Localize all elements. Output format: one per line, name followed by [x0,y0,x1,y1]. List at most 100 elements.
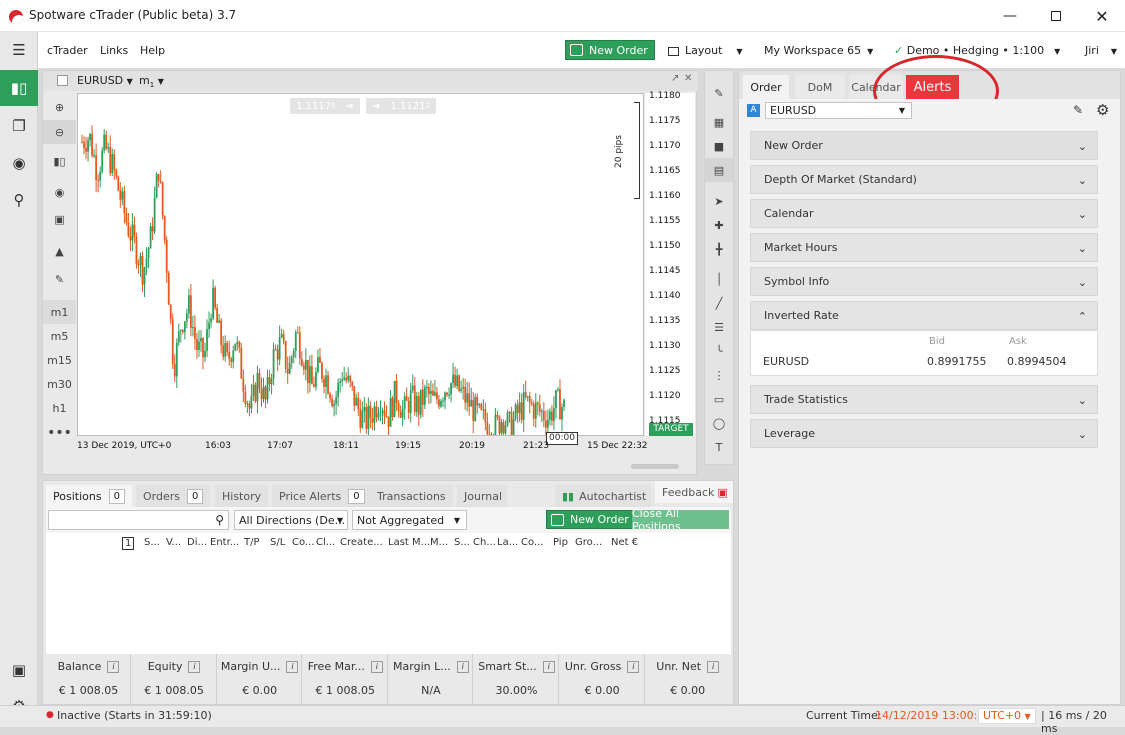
info-icon[interactable]: i [543,661,555,673]
section-symbol-info[interactable]: Symbol Info⌄ [750,267,1098,296]
cursor-icon[interactable]: ➤ [705,189,733,213]
timeframe-m15[interactable]: m15 [43,348,76,372]
automate-bot-icon[interactable]: ◉ [0,145,38,181]
column-header[interactable]: T/P [244,537,260,548]
chart-scrollbar[interactable] [631,464,679,469]
analyze-search-icon[interactable]: ⚲ [0,182,38,218]
workspace-dropdown[interactable]: My Workspace 65▼ [764,44,873,57]
rectangle-icon[interactable]: ▭ [705,387,733,411]
column-header[interactable]: La... [497,537,518,548]
column-header[interactable]: Co... [521,537,543,548]
tab-price-alerts[interactable]: Price Alerts0 [272,485,372,507]
tab-history[interactable]: History [215,485,268,507]
trend-line-icon[interactable]: ╱ [705,291,733,315]
minimize-icon[interactable]: — [987,0,1033,32]
column-header[interactable]: Entr... [210,537,239,548]
text-tool-icon[interactable]: T [705,435,733,459]
trade-chart-icon[interactable]: ▮▯ [0,70,38,106]
maximize-icon[interactable] [1033,0,1079,32]
detach-icon[interactable]: ↗ [671,73,679,84]
zoom-out-icon[interactable]: ⊖ [43,120,76,144]
autochartist-button[interactable]: ▮▮Autochartist [555,485,651,507]
info-icon[interactable]: i [707,661,719,673]
measure-icon[interactable]: ╋ [705,237,733,261]
copy-icon[interactable]: ❐ [0,108,38,144]
close-chart-icon[interactable]: ✕ [684,73,692,84]
bot-icon[interactable]: ▣ [43,207,76,231]
edit-chart-icon[interactable]: ✎ [705,81,733,105]
section-depth-of-market[interactable]: Depth Of Market (Standard)⌄ [750,165,1098,194]
symbol-dropdown[interactable]: EURUSD▼ [765,102,912,119]
buy-button[interactable]: ➜1.11212 [366,98,436,114]
single-layout-icon[interactable]: ■ [705,134,733,158]
user-dropdown[interactable]: Jiri▼ [1085,44,1117,57]
candlestick-icon[interactable]: ▮▯ [43,149,76,173]
toolbar-new-order-button[interactable]: New Order [565,40,655,60]
column-header[interactable]: S... [144,537,160,548]
info-icon[interactable]: i [457,661,469,673]
tab-order[interactable]: Order [743,75,789,99]
close-icon[interactable]: ✕ [1079,0,1125,32]
layout-dropdown[interactable]: Layout▼ [668,44,743,57]
grid-layout-icon[interactable]: ▦ [705,110,733,134]
helmet-icon[interactable]: ▲ [43,239,76,263]
column-header[interactable]: V... [166,537,181,548]
price-axis[interactable]: 1.11801.11751.11701.11651.11601.11551.11… [645,93,695,436]
chart-settings-icon[interactable]: ✎ [43,267,76,291]
vertical-line-icon[interactable]: │ [705,267,733,291]
column-header[interactable]: Di... [187,537,207,548]
sell-button[interactable]: 1.11175➜ [290,98,360,114]
column-header[interactable]: Last M... [388,537,430,548]
hamburger-menu-icon[interactable]: ☰ [0,32,38,68]
ellipse-icon[interactable]: ◯ [705,411,733,435]
column-header[interactable]: Ch... [473,537,496,548]
info-icon[interactable]: i [627,661,639,673]
menu-help[interactable]: Help [140,44,165,57]
account-dropdown[interactable]: ✓ Demo • Hedging • 1:100▼ [894,44,1060,57]
section-leverage[interactable]: Leverage⌄ [750,419,1098,448]
section-calendar[interactable]: Calendar⌄ [750,199,1098,228]
direction-filter[interactable]: All Directions (De...▼ [234,510,348,530]
timezone-dropdown[interactable]: UTC+0 ▼ [978,708,1036,724]
column-header[interactable]: Net € [611,537,638,548]
info-icon[interactable]: i [371,661,383,673]
zoom-in-icon[interactable]: ⊕ [43,95,76,119]
split-layout-icon[interactable]: ▤ [705,158,733,182]
edit-panel-icon[interactable]: ✎ [1073,103,1083,117]
column-header[interactable]: Gro... [575,537,602,548]
column-header[interactable]: Pip [553,537,568,548]
positions-new-order-button[interactable]: New Order [546,510,636,529]
tab-orders[interactable]: Orders0 [136,485,210,507]
section-new-order[interactable]: New Order⌄ [750,131,1098,160]
menu-ctrader[interactable]: cTrader [47,44,88,57]
dotted-line-icon[interactable]: ⋮ [705,363,733,387]
timeframe-m30[interactable]: m30 [43,372,76,396]
crosshair-icon[interactable]: ✚ [705,213,733,237]
tab-transactions[interactable]: Transactions [370,485,453,507]
fibonacci-icon[interactable]: ☰ [705,315,733,339]
info-icon[interactable]: i [188,661,200,673]
section-inverted-rate[interactable]: Inverted Rate⌃ [750,301,1098,330]
section-trade-statistics[interactable]: Trade Statistics⌄ [750,385,1098,414]
info-icon[interactable]: i [107,661,119,673]
facebook-icon[interactable]: ◉ [43,180,76,204]
timeframe-m5[interactable]: m5 [43,324,76,348]
briefcase-icon[interactable]: ▣ [0,652,38,688]
feedback-button[interactable]: Feedback▣ [655,481,733,503]
more-icon[interactable]: ••• [43,421,76,445]
section-market-hours[interactable]: Market Hours⌄ [750,233,1098,262]
timeframe-m1[interactable]: m1 [43,300,76,324]
timeframe-h1[interactable]: h1 [43,396,76,420]
tab-journal[interactable]: Journal [457,485,507,507]
positions-search-input[interactable]: ⚲ [48,510,229,530]
time-axis[interactable]: 13 Dec 2019, UTC+016:0317:0718:1119:1520… [77,441,644,457]
column-header[interactable]: Co... [292,537,314,548]
column-header[interactable]: 1 [122,537,134,550]
tab-positions[interactable]: Positions0 [46,485,132,507]
chart-plot-area[interactable]: 1.11175➜ ➜1.11212 20 pips [77,93,644,436]
column-header[interactable]: Create... [340,537,383,548]
tab-dom[interactable]: DoM [795,75,845,99]
aggregation-filter[interactable]: Not Aggregated▼ [352,510,467,530]
chart-type-icon[interactable] [57,75,68,86]
chart-symbol[interactable]: EURUSD ▼ [77,74,133,87]
